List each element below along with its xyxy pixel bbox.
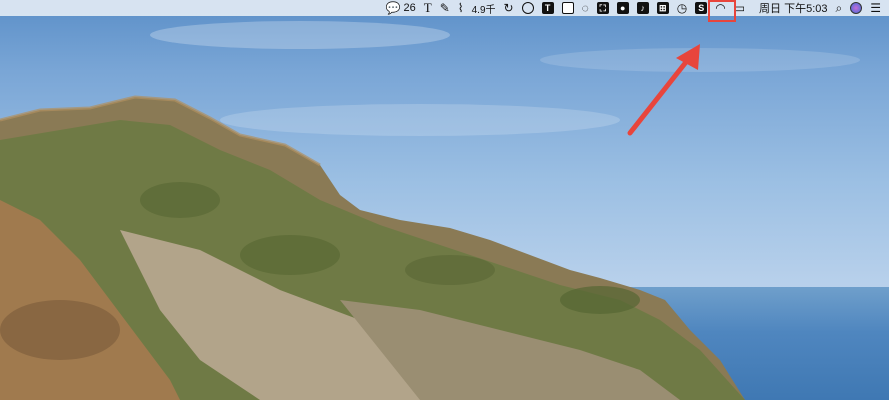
annotation-arrow xyxy=(627,44,700,136)
